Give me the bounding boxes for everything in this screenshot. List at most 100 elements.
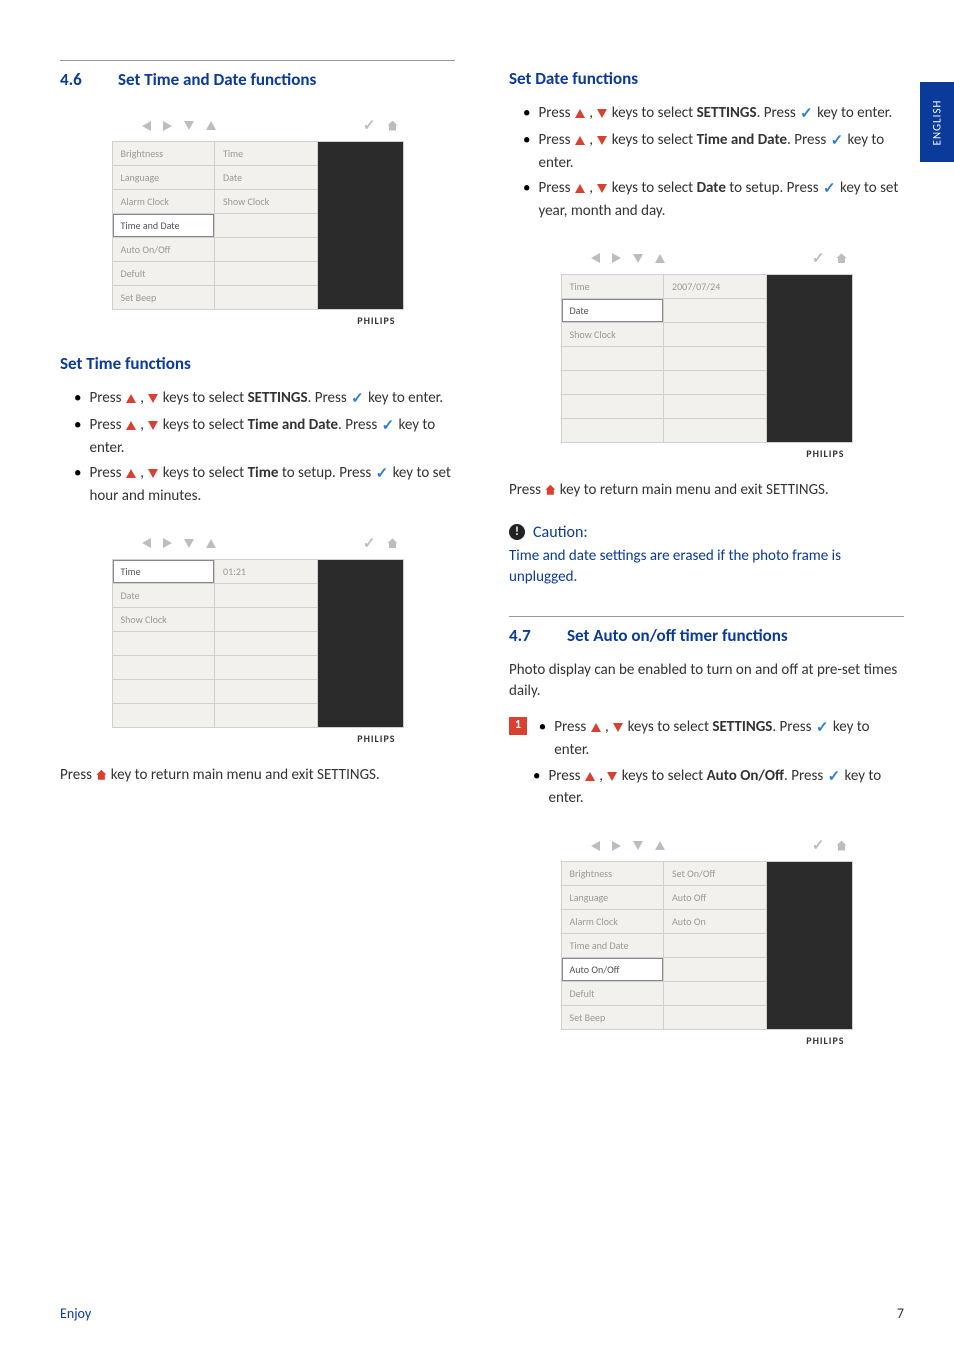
nav-left-icon	[142, 121, 151, 131]
menu-cell	[215, 656, 318, 680]
confirm-icon: ✓	[812, 836, 825, 855]
menu-cell: Defult	[113, 262, 216, 286]
menu-cell	[664, 395, 767, 419]
arrow-down-icon	[597, 136, 607, 145]
menu-cell	[113, 632, 216, 656]
caution-icon: !	[509, 524, 525, 540]
arrow-down-icon	[148, 394, 158, 403]
arrow-up-icon	[575, 136, 585, 145]
menu-cell	[664, 371, 767, 395]
check-icon: ✓	[382, 416, 395, 438]
section-4-6-title: 4.6 Set Time and Date functions	[60, 60, 455, 90]
menu-cell	[215, 262, 318, 286]
nav-left-icon	[142, 538, 151, 548]
nav-down-icon	[633, 254, 643, 263]
confirm-icon: ✓	[363, 116, 376, 135]
check-icon: ✓	[823, 179, 836, 201]
set-date-heading: Set Date functions	[509, 68, 904, 89]
home-icon	[837, 253, 847, 263]
arrow-down-icon	[148, 421, 158, 430]
caution-heading: ! Caution:	[509, 523, 904, 542]
menu-cell	[664, 299, 767, 323]
step-badge-1: 1	[509, 717, 527, 735]
menu-cell: Alarm Clock	[562, 910, 665, 934]
check-icon: ✓	[376, 464, 389, 486]
nav-left-icon	[591, 841, 600, 851]
menu-cell	[664, 1006, 767, 1030]
set-time-heading: Set Time functions	[60, 353, 455, 374]
confirm-icon: ✓	[812, 249, 825, 268]
menu-cell: Language	[113, 166, 216, 190]
nav-up-icon	[206, 539, 216, 548]
brand-label: PHILIPS	[112, 728, 404, 747]
nav-right-icon	[163, 121, 172, 131]
menu-cell: Set Beep	[113, 286, 216, 310]
menu-cell	[113, 704, 216, 728]
check-icon: ✓	[800, 104, 813, 126]
menu-cell	[664, 958, 767, 982]
footer-section-label: Enjoy	[60, 1305, 91, 1322]
right-column: Set Date functions • Press , keys to sel…	[509, 60, 904, 1057]
nav-up-icon	[206, 121, 216, 130]
nav-right-icon	[612, 841, 621, 851]
language-tab: ENGLISH	[920, 82, 954, 162]
nav-up-icon	[655, 254, 665, 263]
screenshot-time-value: ✓ TimeDateShow Clock 01:21 PHILIPS	[102, 522, 414, 751]
menu-cell: Set On/Off	[664, 862, 767, 886]
menu-cell	[215, 680, 318, 704]
nav-down-icon	[184, 539, 194, 548]
screenshot-settings-time-and-date: ✓ BrightnessLanguageAlarm ClockTime and …	[102, 104, 414, 333]
check-icon: ✓	[816, 718, 829, 740]
brand-label: PHILIPS	[112, 310, 404, 329]
confirm-icon: ✓	[363, 534, 376, 553]
home-icon	[837, 841, 847, 851]
brand-label: PHILIPS	[561, 443, 853, 462]
menu-cell: 2007/07/24	[664, 275, 767, 299]
menu-cell: Brightness	[113, 142, 216, 166]
menu-cell	[215, 286, 318, 310]
menu-cell: Time	[113, 560, 216, 584]
nav-up-icon	[655, 841, 665, 850]
menu-cell: Date	[113, 584, 216, 608]
screenshot-date-value: ✓ TimeDateShow Clock 2007/07/24 PHILIPS	[551, 237, 863, 466]
arrow-down-icon	[597, 109, 607, 118]
arrow-down-icon	[613, 723, 623, 732]
menu-cell	[562, 347, 665, 371]
menu-cell: Time	[562, 275, 665, 299]
home-icon	[388, 538, 398, 548]
menu-cell: Auto On	[664, 910, 767, 934]
menu-cell	[113, 680, 216, 704]
arrow-up-icon	[591, 723, 601, 732]
menu-cell: Show Clock	[215, 190, 318, 214]
menu-cell	[215, 214, 318, 238]
arrow-up-icon	[126, 421, 136, 430]
menu-cell	[215, 608, 318, 632]
menu-cell: Language	[562, 886, 665, 910]
section-4-7-intro: Photo display can be enabled to turn on …	[509, 660, 904, 704]
home-icon	[545, 485, 555, 495]
menu-cell	[562, 419, 665, 443]
left-column: 4.6 Set Time and Date functions ✓ Bright…	[60, 60, 455, 1057]
return-instruction: Press key to return main menu and exit S…	[509, 480, 904, 503]
menu-cell	[664, 347, 767, 371]
menu-cell: Show Clock	[113, 608, 216, 632]
screenshot-auto-on-off: ✓ BrightnessLanguageAlarm ClockTime and …	[551, 824, 863, 1053]
menu-cell	[664, 934, 767, 958]
menu-cell: Date	[562, 299, 665, 323]
home-icon	[388, 121, 398, 131]
menu-cell	[562, 371, 665, 395]
check-icon: ✓	[831, 131, 844, 153]
home-icon	[96, 770, 106, 780]
menu-cell: Brightness	[562, 862, 665, 886]
arrow-down-icon	[607, 772, 617, 781]
menu-cell: Date	[215, 166, 318, 190]
menu-cell	[562, 395, 665, 419]
arrow-down-icon	[597, 184, 607, 193]
menu-cell	[215, 238, 318, 262]
check-icon: ✓	[828, 767, 841, 789]
arrow-up-icon	[575, 109, 585, 118]
menu-cell: Set Beep	[562, 1006, 665, 1030]
page-number: 7	[897, 1305, 904, 1322]
arrow-up-icon	[575, 184, 585, 193]
arrow-up-icon	[126, 469, 136, 478]
